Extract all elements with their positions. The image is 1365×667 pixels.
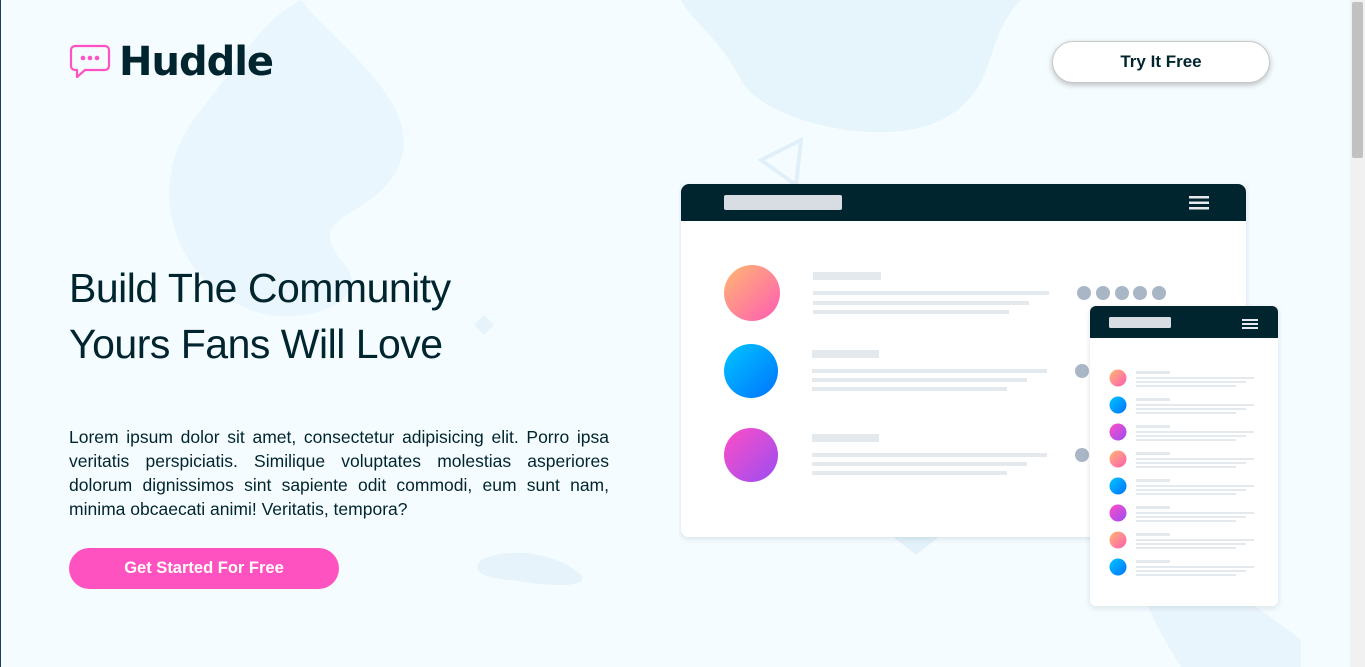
site-header: Huddle Try It Free — [69, 39, 1270, 85]
try-it-free-button[interactable]: Try It Free — [1052, 41, 1270, 83]
brand-name: Huddle — [119, 39, 274, 85]
hero-description: Lorem ipsum dolor sit amet, consectetur … — [69, 427, 609, 519]
chat-bubble-icon — [69, 44, 111, 79]
mobile-menu-icon — [1242, 319, 1258, 329]
brand-logo[interactable]: Huddle — [69, 39, 274, 85]
hero-title: Build The Community Yours Fans Will Love — [69, 260, 539, 372]
hero-illustration — [681, 184, 1278, 606]
menu-icon — [1189, 196, 1209, 210]
hero-title-line-1: Build The Community — [69, 265, 451, 311]
hero-title-line-2: Yours Fans Will Love — [69, 321, 443, 367]
get-started-button[interactable]: Get Started For Free — [69, 548, 339, 589]
mobile-mockup — [1090, 306, 1278, 606]
scrollbar-thumb[interactable] — [1352, 2, 1363, 158]
